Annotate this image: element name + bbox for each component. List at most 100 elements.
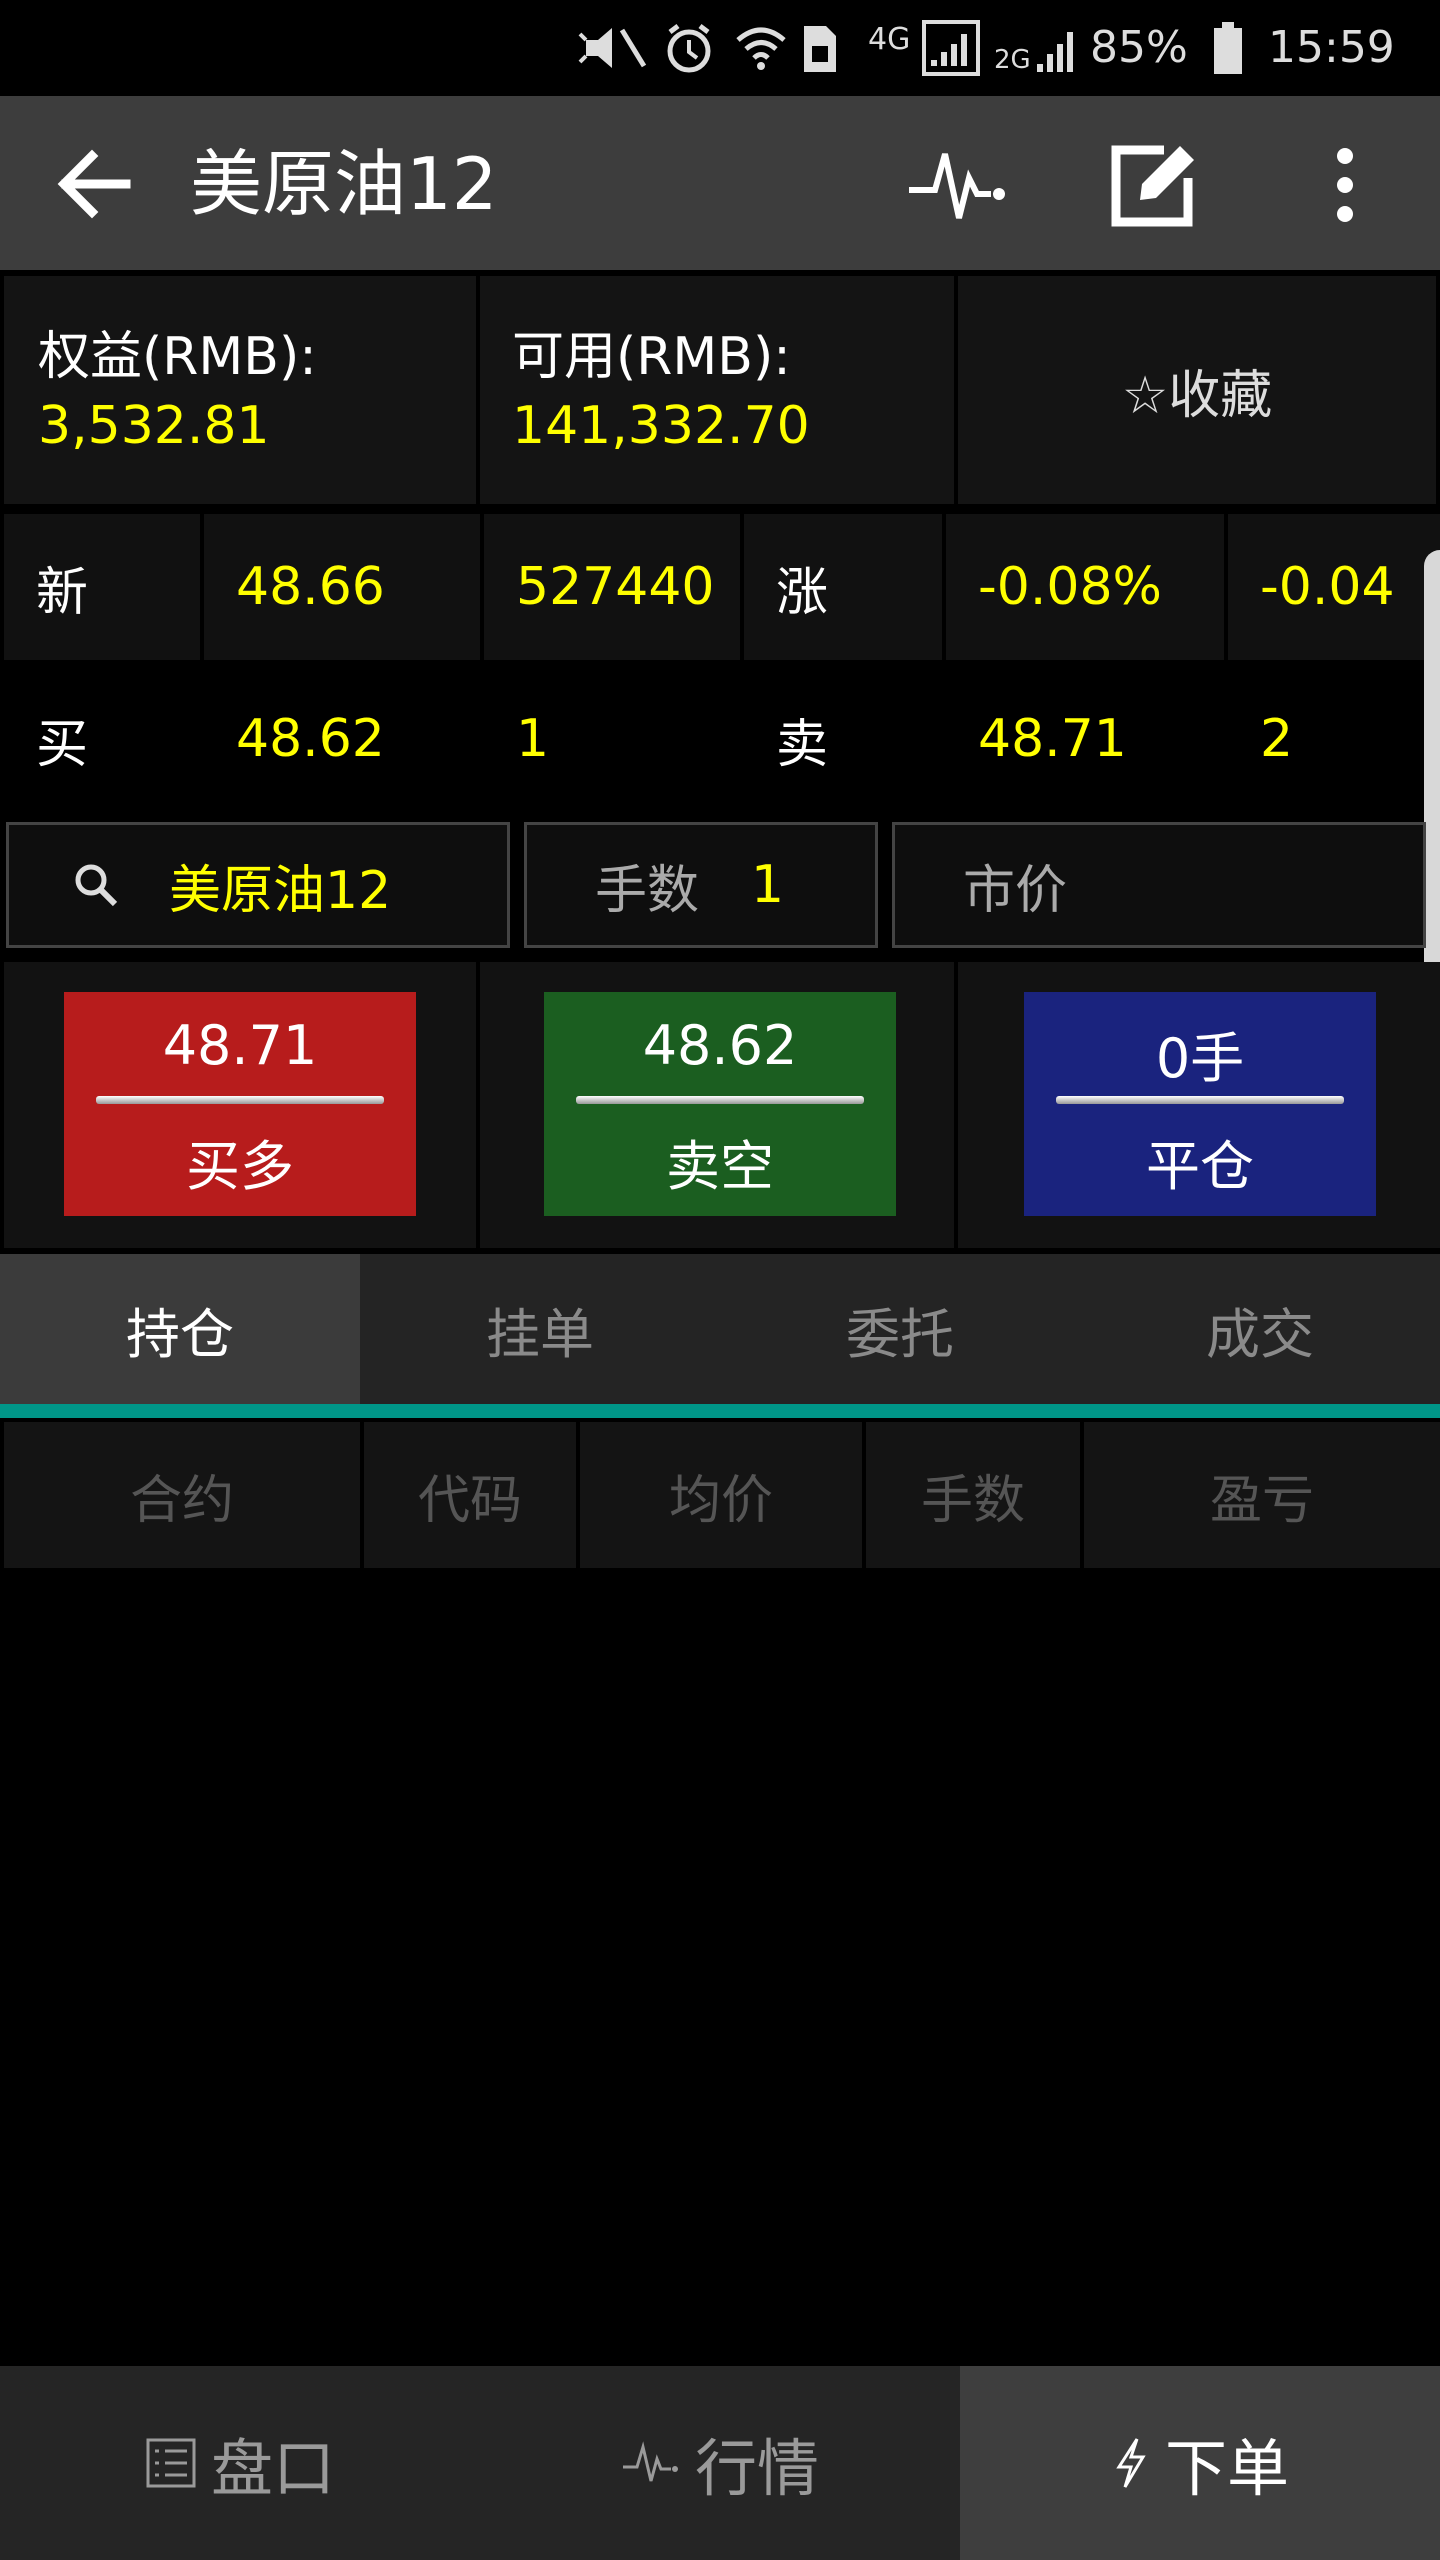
nav-market[interactable]: 行情	[480, 2366, 960, 2560]
lots-label: 手数	[595, 860, 700, 921]
bolt-icon	[1111, 2435, 1151, 2491]
wifi-icon	[734, 18, 788, 78]
tab-orders-label: 委托	[846, 1302, 954, 1366]
column-lots-label: 手数	[920, 1470, 1025, 1531]
quote-bid-qty-cell: 1	[484, 666, 740, 812]
quote-ask-label-cell: 卖	[744, 666, 942, 812]
column-code-label: 代码	[417, 1470, 522, 1531]
page-title: 美原油12	[190, 142, 498, 226]
more-vertical-icon	[1337, 148, 1353, 222]
favorite-label: ☆收藏	[1121, 365, 1273, 426]
signal-4g-icon	[922, 18, 982, 78]
close-position-button[interactable]: 0手 平仓	[1024, 992, 1376, 1216]
symbol-value: 美原油12	[169, 860, 392, 921]
ask-price-value: 48.71	[978, 709, 1127, 769]
tab-trades[interactable]: 成交	[1080, 1254, 1440, 1404]
mute-icon	[578, 18, 652, 78]
battery-percent: 85%	[1090, 22, 1188, 73]
buy-divider	[96, 1096, 384, 1104]
pulse-chart-icon	[909, 153, 1005, 219]
bid-label: 买	[36, 714, 89, 775]
column-header-contract: 合约	[4, 1422, 360, 1568]
quote-bid-price-cell: 48.62	[204, 666, 480, 812]
column-pnl-label: 盈亏	[1209, 1470, 1314, 1531]
app-bar: 美原油12	[0, 96, 1440, 270]
change-abs-value: -0.04	[1260, 557, 1395, 617]
price-type-field[interactable]: 市价	[892, 822, 1426, 948]
available-panel: 可用(RMB): 141,332.70	[480, 276, 954, 504]
tab-indicator	[0, 1404, 1440, 1418]
equity-panel: 权益(RMB): 3,532.81	[4, 276, 476, 504]
equity-label: 权益(RMB):	[38, 327, 317, 387]
quote-ask-qty-cell: 2	[1228, 666, 1440, 812]
nav-order-book[interactable]: 盘口	[0, 2366, 480, 2560]
edit-icon	[1111, 145, 1194, 227]
nav-order-book-label: 盘口	[210, 2432, 335, 2505]
list-icon	[145, 2437, 197, 2489]
lots-value: 1	[751, 855, 785, 915]
column-header-code: 代码	[364, 1422, 576, 1568]
tab-positions[interactable]: 持仓	[0, 1254, 360, 1404]
column-avg-price-label: 均价	[668, 1470, 773, 1531]
close-qty: 0手	[1155, 1027, 1245, 1090]
symbol-search-field[interactable]: 美原油12	[6, 822, 510, 948]
equity-value: 3,532.81	[38, 396, 270, 456]
battery-icon	[1210, 18, 1246, 78]
status-bar: 4G 2G 85% 15:59	[0, 0, 1440, 96]
ask-label: 卖	[776, 714, 829, 775]
back-button[interactable]	[48, 136, 144, 232]
bid-price-value: 48.62	[236, 709, 385, 769]
edit-button[interactable]	[1100, 140, 1200, 230]
alarm-icon	[664, 18, 714, 78]
close-divider	[1056, 1096, 1344, 1104]
change-label: 涨	[776, 562, 829, 623]
signal-2g-icon	[1036, 18, 1076, 78]
last-price-label: 新	[36, 562, 89, 623]
column-header-lots: 手数	[866, 1422, 1080, 1568]
quote-ask-price-cell: 48.71	[946, 666, 1224, 812]
positions-list	[0, 1572, 1440, 2366]
quote-change-label-cell: 涨	[744, 514, 942, 660]
clock-time: 15:59	[1268, 22, 1395, 73]
last-price-value: 48.66	[236, 557, 385, 617]
tab-positions-label: 持仓	[126, 1302, 234, 1366]
tab-pending-orders[interactable]: 挂单	[360, 1254, 720, 1404]
sell-label: 卖空	[666, 1135, 774, 1198]
sim-card-icon	[800, 18, 840, 78]
lots-field[interactable]: 手数 1	[524, 822, 878, 948]
quote-change-abs-cell: -0.04	[1228, 514, 1440, 660]
quote-change-pct-cell: -0.08%	[946, 514, 1224, 660]
pulse-icon	[621, 2437, 681, 2489]
column-header-avg-price: 均价	[580, 1422, 862, 1568]
nav-place-order-label: 下单	[1164, 2432, 1289, 2505]
quote-volume-cell: 527440	[484, 514, 740, 660]
tab-trades-label: 成交	[1206, 1302, 1314, 1366]
buy-label: 买多	[186, 1135, 294, 1198]
sell-divider	[576, 1096, 864, 1104]
search-icon	[75, 864, 118, 907]
nav-market-label: 行情	[694, 2432, 819, 2505]
price-type-value: 市价	[963, 860, 1068, 921]
quote-bid-label-cell: 买	[4, 666, 200, 812]
buy-price: 48.71	[162, 1014, 318, 1077]
quote-last-label-cell: 新	[4, 514, 200, 660]
sell-short-button[interactable]: 48.62 卖空	[544, 992, 896, 1216]
available-value: 141,332.70	[512, 396, 810, 456]
available-label: 可用(RMB):	[512, 327, 791, 387]
favorite-button[interactable]: ☆收藏	[958, 276, 1436, 504]
chart-button[interactable]	[905, 140, 1015, 230]
quote-last-price-cell: 48.66	[204, 514, 480, 660]
buy-long-button[interactable]: 48.71 买多	[64, 992, 416, 1216]
ask-qty-value: 2	[1260, 709, 1294, 769]
bid-qty-value: 1	[516, 709, 550, 769]
nav-place-order[interactable]: 下单	[960, 2366, 1440, 2560]
change-percent-value: -0.08%	[978, 557, 1162, 617]
column-header-pnl: 盈亏	[1084, 1422, 1440, 1568]
arrow-left-icon	[57, 149, 131, 219]
close-label: 平仓	[1146, 1135, 1254, 1198]
network-2g-label: 2G	[994, 45, 1031, 75]
tab-orders[interactable]: 委托	[720, 1254, 1080, 1404]
sell-price: 48.62	[642, 1014, 798, 1077]
more-options-button[interactable]	[1300, 140, 1390, 230]
network-4g-label: 4G	[868, 22, 911, 57]
